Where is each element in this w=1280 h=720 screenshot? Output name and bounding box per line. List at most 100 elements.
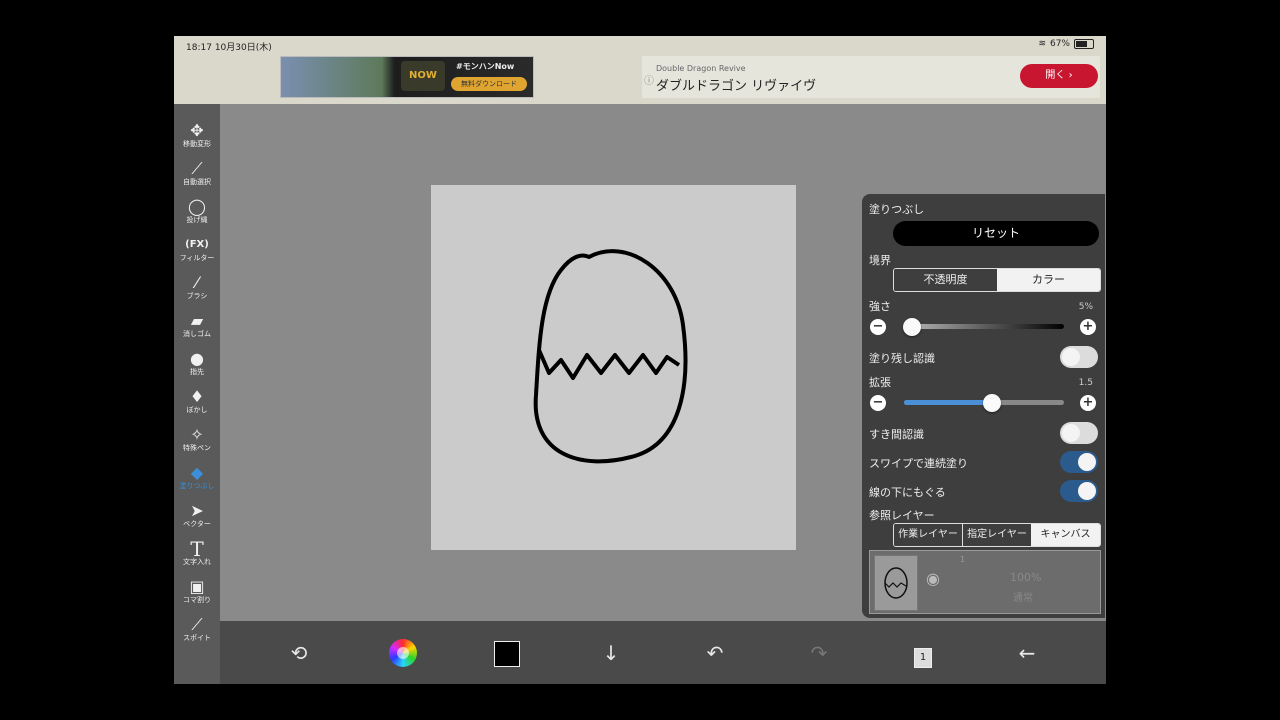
strength-label: 強さ [869,300,891,313]
layer-row[interactable]: ◉ 1 100% 通常 [869,550,1101,614]
strength-minus-button[interactable]: − [870,319,886,335]
swipe-toggle[interactable] [1060,451,1098,473]
redo-icon[interactable]: ↷ [804,639,834,667]
strength-slider-thumb[interactable] [903,318,921,336]
layer-thumbnail [874,555,918,611]
ad-hashtag: #モンハンNow [456,62,515,71]
expand-plus-button[interactable]: + [1080,395,1096,411]
tool-auto-select[interactable]: ⟋ 自動選択 [174,160,220,196]
arrow-down-icon[interactable]: ↓ [596,639,626,667]
tool-eraser[interactable]: ▰ 消しゴム [174,312,220,348]
layers-icon: 1 [914,648,932,668]
ref-option-specified-layer[interactable]: 指定レイヤー [962,524,1031,546]
undo-icon[interactable]: ↶ [700,639,730,667]
status-bar: 18:17 10月30日(木) ≋ 67% [174,36,1106,54]
layer-opacity: 100% [1010,571,1042,584]
under-line-toggle[interactable] [1060,480,1098,502]
leftover-label: 塗り残し認識 [869,352,935,365]
tool-label: フィルター [179,254,215,262]
ad-subtitle: Double Dragon Revive [656,64,746,73]
ad-download-badge[interactable]: 無料ダウンロード [451,77,527,91]
move-icon: ✥ [190,121,204,140]
tool-label: 投げ縄 [186,216,208,224]
tool-finger[interactable]: ● 指先 [174,350,220,386]
leftover-toggle[interactable] [1060,346,1098,368]
panel-title: 塗りつぶし [869,203,925,216]
tool-frame[interactable]: ▣ コマ割り [174,578,220,614]
tool-brush[interactable]: ⁄ ブラシ [174,274,220,310]
tool-blur[interactable]: ♦ ぼかし [174,388,220,424]
boundary-option-color[interactable]: カラー [997,269,1100,291]
ad-info-icon[interactable]: ⓘ [644,72,654,87]
lasso-icon: ◯ [188,197,206,216]
strength-plus-button[interactable]: + [1080,319,1096,335]
ad-bar: NOW #モンハンNow 無料ダウンロード ⓘ Double Dragon Re… [174,54,1106,104]
back-arrow-icon[interactable]: ← [1012,639,1042,667]
tool-lasso[interactable]: ◯ 投げ縄 [174,198,220,234]
eye-icon[interactable]: ◉ [926,569,940,588]
under-line-label: 線の下にもぐる [869,486,946,499]
wifi-icon: ≋ [1038,39,1046,49]
tool-label: 塗りつぶし [179,482,215,490]
ad-banner-left[interactable]: NOW #モンハンNow 無料ダウンロード [280,56,534,98]
toggle-knob [1062,348,1080,366]
reset-button[interactable]: リセット [893,221,1099,246]
device-screen: 18:17 10月30日(木) ≋ 67% NOW #モンハンNow 無料ダウン… [174,36,1106,684]
tool-filter[interactable]: (FX) フィルター [174,236,220,272]
expand-slider-thumb[interactable] [983,394,1001,412]
swipe-label: スワイプで連続塗り [869,457,968,470]
egg-drawing [533,249,688,464]
boundary-segmented-control: 不透明度 カラー [893,268,1101,292]
fill-bucket-icon: ◆ [190,463,204,482]
ref-layer-label: 参照レイヤー [869,509,935,522]
layer-blend-mode: 通常 [1013,593,1033,604]
strength-value: 5% [1078,302,1093,312]
bottom-toolbar: ⟲ ↓ ↶ ↷ 1 ← [220,621,1106,684]
tool-vector[interactable]: ➤ ベクター [174,502,220,538]
tool-label: ベクター [183,520,211,528]
gap-toggle[interactable] [1060,422,1098,444]
boundary-option-opacity[interactable]: 不透明度 [894,269,997,291]
special-pen-icon: ✧ [190,425,204,444]
brush-icon: ⁄ [195,273,199,292]
tool-label: 移動変形 [183,140,211,148]
current-color-swatch[interactable] [492,639,522,667]
tool-label: 文字入れ [183,558,211,566]
color-swatch [494,641,520,667]
transform-icon[interactable]: ⟲ [284,639,314,667]
color-wheel-icon [389,639,417,667]
tool-eyedropper[interactable]: ⟋ スポイト [174,616,220,652]
tool-label: 指先 [190,368,204,376]
ad-title: ダブルドラゴン リヴァイヴ [656,79,817,94]
expand-minus-button[interactable]: − [870,395,886,411]
vector-arrow-icon: ➤ [190,501,204,520]
frame-icon: ▣ [189,577,205,596]
tool-text[interactable]: T 文字入れ [174,539,220,576]
tool-sidebar: ✥ 移動変形 ⟋ 自動選択 ◯ 投げ縄 (FX) フィルター ⁄ ブラシ ▰ 消しゴム ● 指… [174,104,220,684]
drawing-canvas[interactable] [431,185,796,550]
layer-number: 1 [960,555,966,564]
tool-move[interactable]: ✥ 移動変形 [174,122,220,158]
ref-option-canvas[interactable]: キャンバス [1031,524,1100,546]
gap-label: すき間認識 [869,428,924,441]
tool-special-pen[interactable]: ✧ 特殊ペン [174,426,220,462]
layers-button[interactable]: 1 [908,639,938,668]
tool-label: 特殊ペン [183,444,211,452]
ad-open-button[interactable]: 開く › [1020,64,1098,88]
expand-slider-fill [904,400,992,405]
tool-fill[interactable]: ◆ 塗りつぶし [174,464,220,500]
tool-label: コマ割り [183,596,211,604]
expand-label: 拡張 [869,376,891,389]
toggle-knob [1078,453,1096,471]
eyedropper-icon: ⟋ [191,615,203,634]
tool-label: ブラシ [186,292,208,300]
tool-label: 消しゴム [183,330,211,338]
battery-icon [1074,39,1094,49]
ref-option-work-layer[interactable]: 作業レイヤー [894,524,962,546]
strength-slider-track[interactable] [904,324,1064,329]
color-wheel-button[interactable] [388,639,418,667]
ad-banner-right[interactable]: ⓘ Double Dragon Revive ダブルドラゴン リヴァイヴ 開く … [642,56,1100,98]
battery-percent: 67% [1049,39,1070,49]
tool-label: スポイト [183,634,211,642]
blur-drop-icon: ♦ [189,387,205,406]
